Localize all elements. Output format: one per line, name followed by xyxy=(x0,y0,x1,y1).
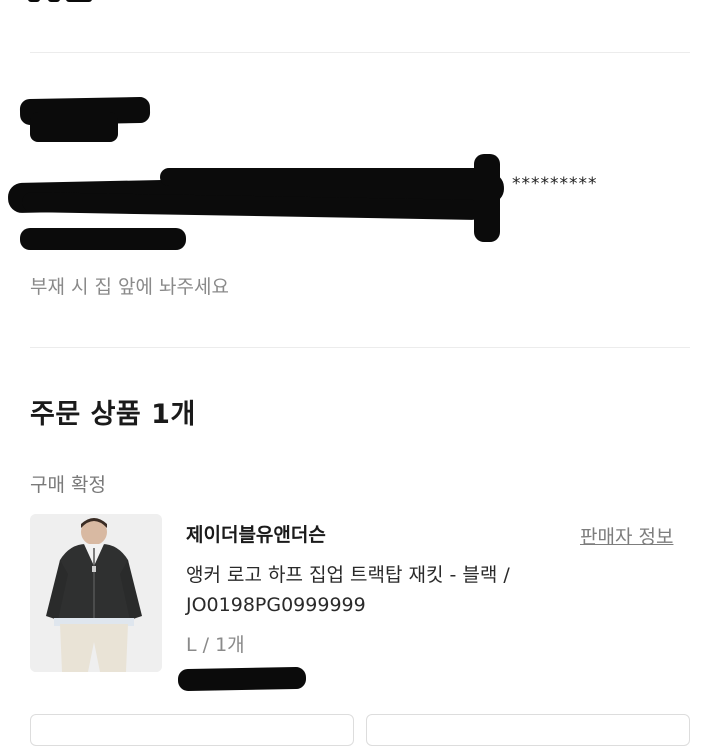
product-name-line-2: JO0198PG0999999 xyxy=(186,594,366,616)
section-divider xyxy=(30,52,690,53)
action-button-left[interactable] xyxy=(30,714,354,746)
redaction-mark xyxy=(66,0,92,2)
delivery-memo: 부재 시 집 앞에 놔주세요 xyxy=(30,276,229,298)
section-divider xyxy=(30,347,690,348)
product-brand[interactable]: 제이더블유앤더슨 xyxy=(186,520,326,547)
action-button-right[interactable] xyxy=(366,714,690,746)
redaction-price xyxy=(177,666,307,692)
product-thumbnail[interactable] xyxy=(30,514,162,672)
redaction-address xyxy=(20,228,186,250)
redaction-name xyxy=(30,112,118,142)
redaction-mark xyxy=(28,0,40,2)
redaction-mark xyxy=(48,0,60,2)
product-name-line-1: 앵커 로고 하프 집업 트랙탑 재킷 - 블랙 / xyxy=(186,564,510,586)
masked-phone: ********* xyxy=(512,174,598,194)
product-option: L / 1개 xyxy=(186,634,245,656)
redaction-address xyxy=(160,168,500,186)
redaction-address xyxy=(474,154,500,242)
product-photo-icon xyxy=(30,514,162,672)
order-items-title: 주문 상품 1개 xyxy=(30,399,196,430)
seller-info-link[interactable]: 판매자 정보 xyxy=(580,522,673,549)
order-status: 구매 확정 xyxy=(30,474,106,496)
